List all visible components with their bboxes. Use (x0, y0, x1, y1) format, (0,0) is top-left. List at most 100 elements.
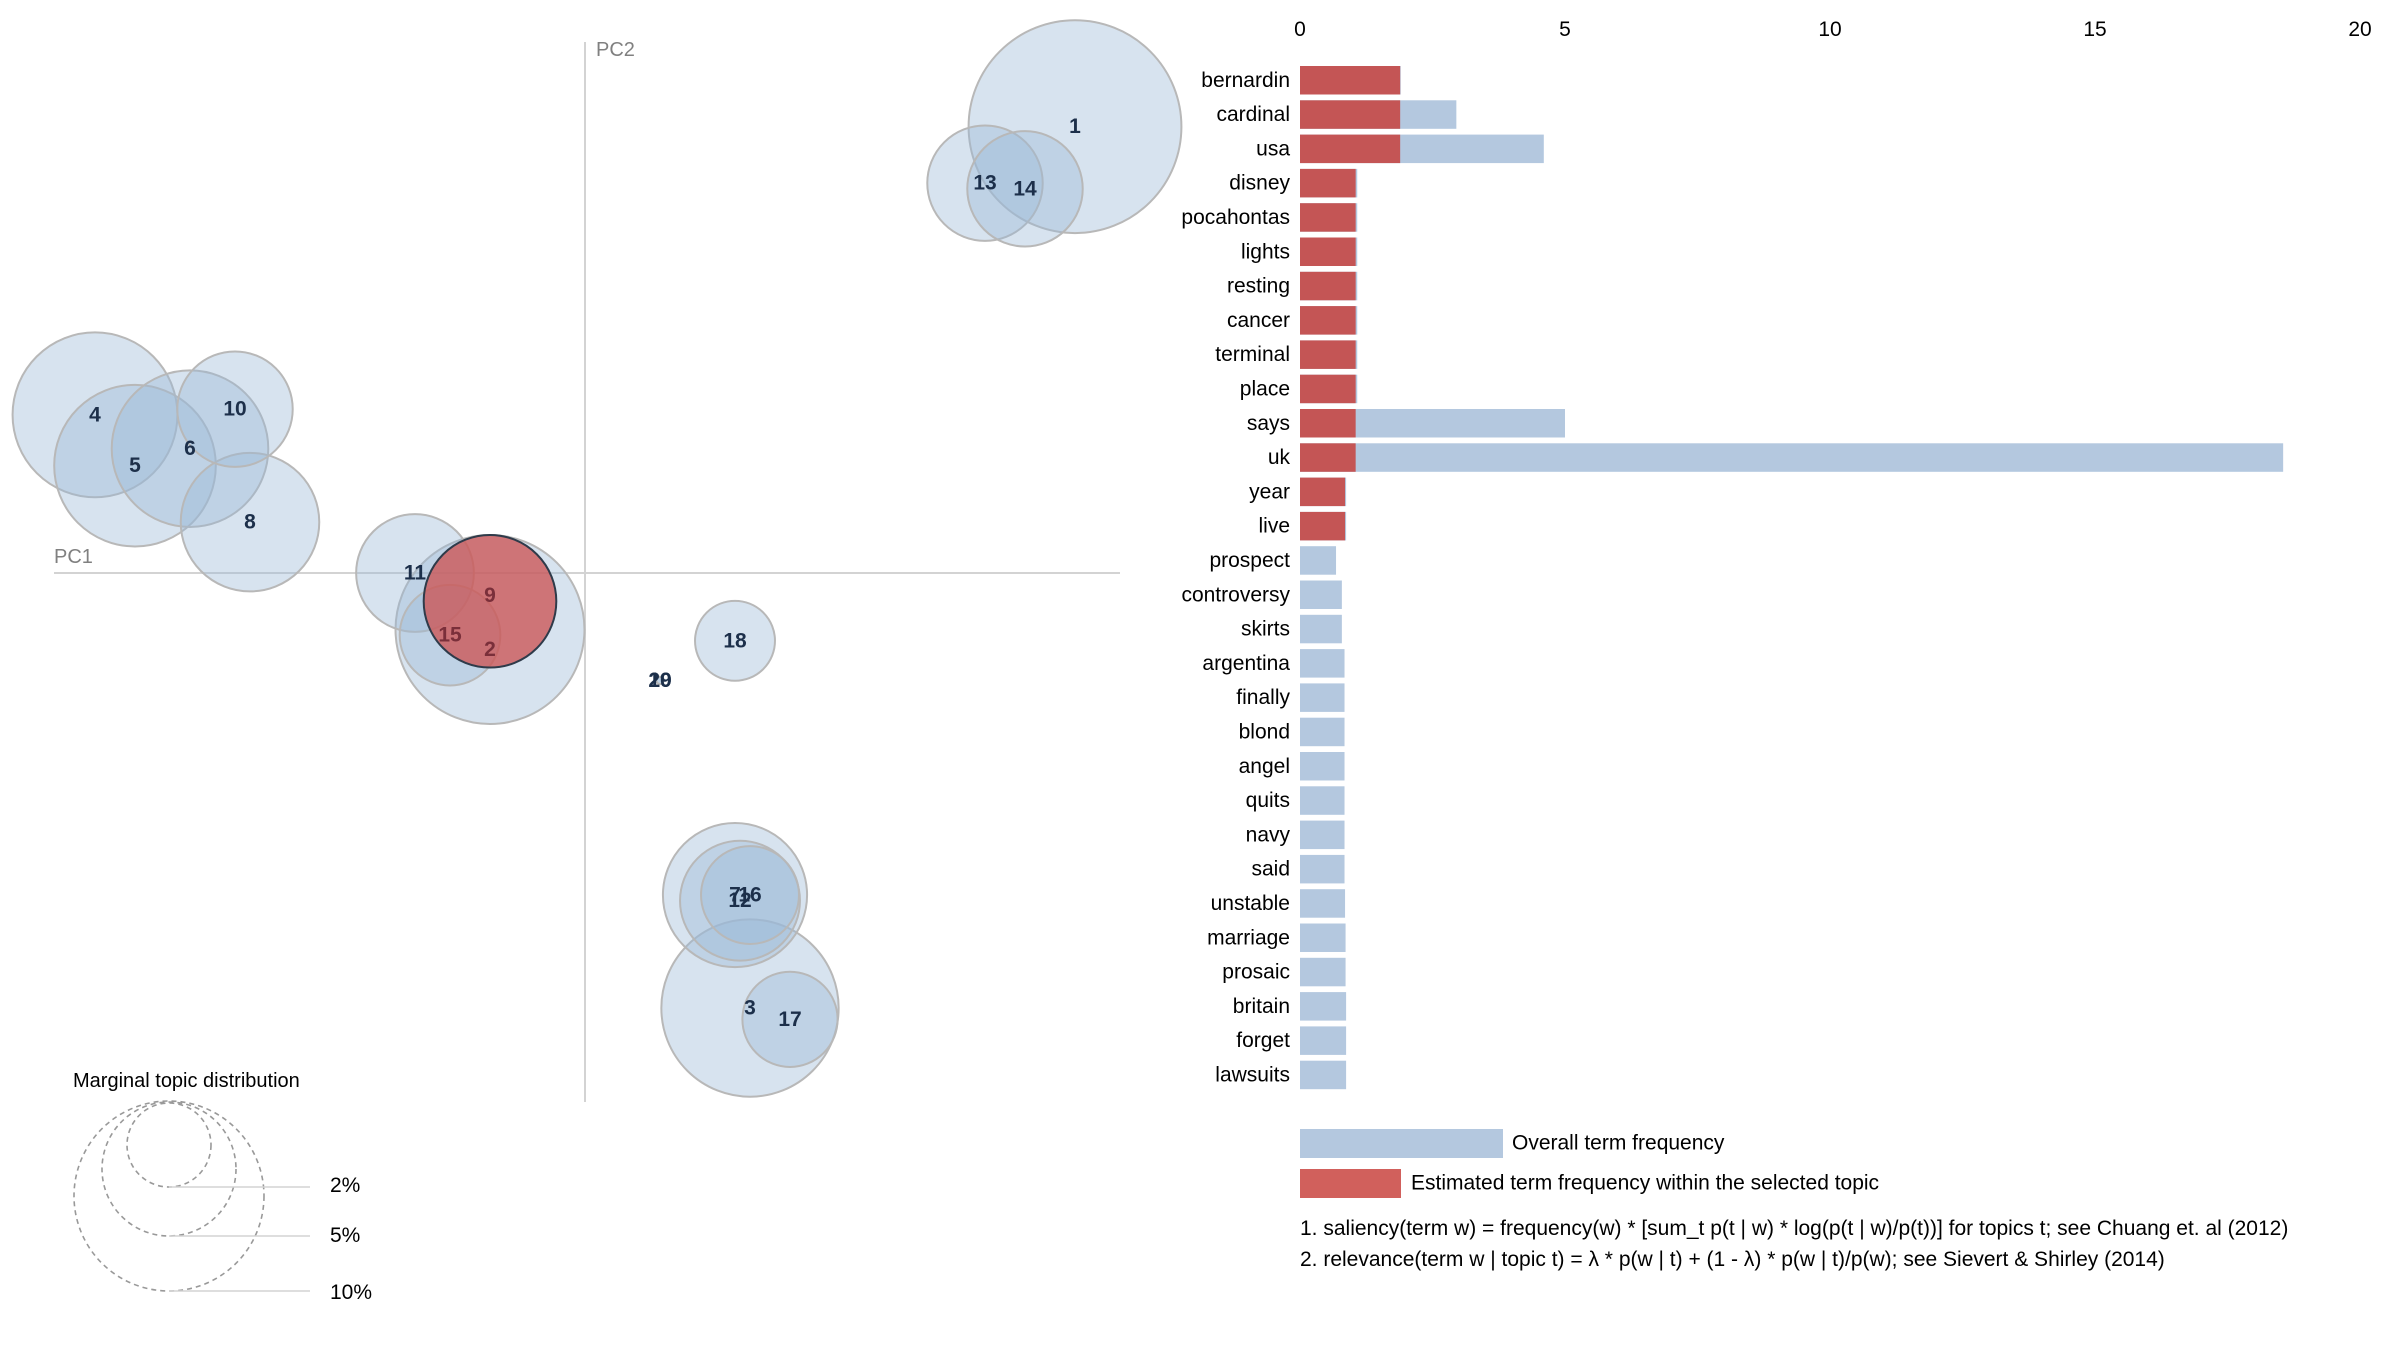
relevance-note: 2. relevance(term w | topic t) = λ * p(w… (1300, 1248, 2165, 1271)
size-legend-label-2pct: 2% (330, 1174, 360, 1197)
term-label-forget[interactable]: forget (1236, 1029, 1290, 1052)
topic-label-5[interactable]: 5 (129, 454, 141, 477)
overall-bar-quits[interactable] (1300, 786, 1345, 815)
term-label-place[interactable]: place (1240, 377, 1290, 400)
x-tick-label: 5 (1559, 18, 1571, 41)
topic-label-8[interactable]: 8 (244, 511, 256, 534)
overall-bar-finally[interactable] (1300, 683, 1345, 712)
term-label-disney[interactable]: disney (1229, 172, 1290, 195)
intertopic-distance-map: PC1 PC2 12345678910111213 14151617181920 (11, 19, 1183, 1102)
term-label-cancer[interactable]: cancer (1227, 309, 1290, 332)
overall-bar-prosaic[interactable] (1300, 957, 1346, 987)
overall-bar-forget[interactable] (1300, 1026, 1347, 1055)
term-label-angel[interactable]: angel (1239, 755, 1290, 778)
topic-label-11[interactable]: 11 (404, 562, 427, 585)
topic-bar-bernardin[interactable] (1300, 66, 1401, 95)
term-label-britain[interactable]: britain (1233, 995, 1290, 1018)
term-label-navy[interactable]: navy (1246, 823, 1291, 846)
overall-bar-skirts[interactable] (1300, 614, 1342, 644)
ldavis-chart: PC1 PC2 12345678910111213 14151617181920 … (11, 18, 2372, 1304)
term-label-terminal[interactable]: terminal (1215, 343, 1290, 366)
overall-bar-uk[interactable] (1300, 443, 2284, 472)
pc1-label: PC1 (54, 546, 93, 568)
bar-legend: Overall term frequency Estimated term fr… (1300, 1129, 2288, 1271)
term-label-lights[interactable]: lights (1241, 240, 1290, 263)
overall-bar-prospect[interactable] (1300, 546, 1337, 575)
overall-bar-lawsuits[interactable] (1300, 1060, 1347, 1090)
term-barchart: 0 5 10 15 20 bernardin cardinal usa disney pocah… (1181, 18, 2372, 1090)
topic-label-4[interactable]: 4 (89, 403, 101, 426)
overall-bar-unstable[interactable] (1300, 889, 1346, 918)
size-legend-circle-5pct (101, 1101, 237, 1237)
topic-bar-cardinal[interactable] (1300, 100, 1401, 129)
topic-label-15[interactable]: 15 (438, 624, 462, 647)
topic-label-1[interactable]: 1 (1069, 115, 1081, 138)
term-label-uk[interactable]: uk (1268, 446, 1291, 469)
overall-bar-navy[interactable] (1300, 820, 1345, 850)
size-legend-circle-10pct (73, 1100, 265, 1292)
topic-label-13[interactable]: 13 (973, 172, 996, 195)
legend-topic-label: Estimated term frequency within the sele… (1411, 1172, 1879, 1195)
term-label-blond[interactable]: blond (1239, 720, 1290, 743)
term-label-prosaic[interactable]: prosaic (1222, 961, 1290, 984)
legend-topic-swatch (1300, 1169, 1401, 1198)
topic-bar-live[interactable] (1300, 511, 1346, 541)
term-label-resting[interactable]: resting (1227, 275, 1290, 298)
topic-label-3[interactable]: 3 (744, 997, 756, 1020)
term-label-unstable[interactable]: unstable (1211, 892, 1290, 915)
saliency-note: 1. saliency(term w) = frequency(w) * [su… (1300, 1217, 2288, 1240)
topic-bar-pocahontas[interactable] (1300, 203, 1356, 232)
topic-bar-year[interactable] (1300, 477, 1346, 507)
term-label-argentina[interactable]: argentina (1202, 652, 1290, 675)
term-label-live[interactable]: live (1258, 515, 1290, 538)
topic-label-18[interactable]: 18 (723, 629, 747, 652)
term-label-lawsuits[interactable]: lawsuits (1215, 1063, 1290, 1086)
topic-bar-resting[interactable] (1300, 271, 1356, 301)
term-label-prospect[interactable]: prospect (1209, 549, 1290, 572)
term-label-cardinal[interactable]: cardinal (1216, 103, 1290, 126)
term-label-controversy[interactable]: controversy (1181, 583, 1290, 606)
topic-bar-disney[interactable] (1300, 168, 1356, 198)
term-label-skirts[interactable]: skirts (1241, 618, 1290, 641)
size-legend-label-10pct: 10% (330, 1281, 372, 1304)
size-legend-title: Marginal topic distribution (73, 1070, 300, 1092)
overall-bar-marriage[interactable] (1300, 923, 1346, 953)
topic-label-16[interactable]: 16 (738, 884, 761, 907)
marginal-topic-legend: Marginal topic distribution 2% 5% 10% (73, 1070, 372, 1304)
overall-bar-blond[interactable] (1300, 717, 1345, 747)
legend-overall-label: Overall term frequency (1512, 1132, 1725, 1155)
term-label-year[interactable]: year (1249, 480, 1290, 503)
term-label-bernardin[interactable]: bernardin (1201, 69, 1290, 92)
topic-bar-place[interactable] (1300, 374, 1356, 404)
overall-bar-controversy[interactable] (1300, 580, 1342, 610)
topic-label-14[interactable]: 14 (1013, 177, 1037, 200)
topic-bar-says[interactable] (1300, 409, 1356, 438)
bar-x-axis: 0 5 10 15 20 (1294, 18, 2372, 41)
overall-bars (1300, 66, 2284, 1090)
term-label-said[interactable]: said (1251, 858, 1290, 881)
term-label-finally[interactable]: finally (1236, 686, 1290, 709)
term-label-marriage[interactable]: marriage (1207, 926, 1290, 949)
term-label-usa[interactable]: usa (1256, 137, 1290, 160)
overall-bar-said[interactable] (1300, 854, 1345, 884)
topic-bar-cancer[interactable] (1300, 306, 1356, 335)
topic-label-9[interactable]: 9 (484, 584, 496, 607)
pc2-label: PC2 (596, 39, 635, 61)
topic-label-20[interactable]: 20 (648, 669, 671, 692)
topic-bar-usa[interactable] (1300, 134, 1401, 164)
overall-bar-angel[interactable] (1300, 752, 1345, 781)
term-label-quits[interactable]: quits (1246, 789, 1290, 812)
topic-label-2[interactable]: 2 (484, 638, 496, 661)
x-tick-label: 20 (2348, 18, 2371, 41)
topic-bar-uk[interactable] (1300, 443, 1356, 472)
topic-bar-terminal[interactable] (1300, 340, 1356, 369)
term-label-says[interactable]: says (1247, 412, 1290, 435)
overall-bar-argentina[interactable] (1300, 649, 1345, 678)
topic-bar-lights[interactable] (1300, 237, 1356, 267)
topic-label-6[interactable]: 6 (184, 437, 196, 460)
topic-label-17[interactable]: 17 (778, 1008, 801, 1031)
overall-bar-britain[interactable] (1300, 992, 1347, 1021)
x-tick-label: 15 (2083, 18, 2106, 41)
term-label-pocahontas[interactable]: pocahontas (1181, 206, 1290, 229)
topic-label-10[interactable]: 10 (223, 398, 246, 421)
